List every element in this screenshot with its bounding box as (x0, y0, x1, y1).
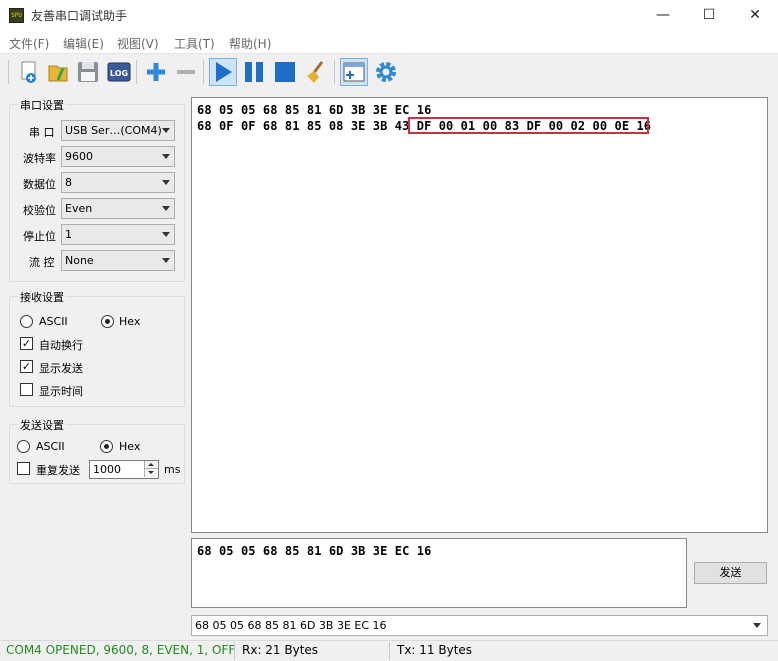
menu-bar: 文件(F) 编辑(E) 视图(V) 工具(T) 帮助(H) (0, 31, 778, 53)
save-icon[interactable] (74, 58, 102, 86)
tx-text: 68 05 05 68 85 81 6D 3B 3E EC 16 (197, 544, 432, 558)
remove-icon[interactable] (172, 58, 200, 86)
toolbar-grip (8, 60, 9, 84)
title-bar: SPU 友善串口调试助手 — ☐ ✕ (0, 0, 778, 31)
receive-settings-group: 接收设置 (9, 289, 185, 407)
play-icon[interactable] (209, 58, 237, 86)
baud-select[interactable]: 9600 (61, 146, 175, 167)
settings-icon[interactable] (372, 58, 400, 86)
rx-hex-label: Hex (119, 315, 141, 328)
new-icon[interactable] (15, 58, 43, 86)
data-bits-value: 8 (65, 176, 72, 189)
minimize-button[interactable]: — (640, 0, 686, 31)
rx-ascii-radio[interactable] (20, 315, 33, 328)
chevron-down-icon (162, 180, 170, 185)
rx-ascii-label: ASCII (39, 315, 68, 328)
port-select[interactable]: USB Ser…(COM4) (61, 120, 175, 141)
connection-status: COM4 OPENED, 9600, 8, EVEN, 1, OFF (6, 643, 236, 657)
add-icon[interactable] (142, 58, 170, 86)
rx-hex-radio[interactable] (101, 315, 114, 328)
flow-control-label: 流 控 (29, 256, 55, 269)
interval-value: 1000 (93, 463, 121, 476)
chevron-down-icon (162, 154, 170, 159)
chevron-down-icon (162, 258, 170, 263)
group-title: 接收设置 (18, 289, 66, 305)
menu-view[interactable]: 视图(V) (117, 35, 159, 52)
close-button[interactable]: ✕ (732, 0, 778, 31)
show-send-checkbox[interactable]: ✓ (20, 360, 33, 373)
chevron-down-icon (162, 232, 170, 237)
spin-down-icon[interactable] (144, 469, 158, 477)
window-icon[interactable] (340, 58, 368, 86)
tx-hex-label: Hex (119, 440, 141, 453)
window-title: 友善串口调试助手 (31, 9, 128, 23)
repeat-send-label: 重复发送 (36, 464, 80, 477)
chevron-down-icon (162, 206, 170, 211)
highlight-box (408, 117, 649, 134)
send-input[interactable]: 68 05 05 68 85 81 6D 3B 3E EC 16 (191, 538, 687, 608)
show-time-label: 显示时间 (39, 385, 83, 398)
menu-tools[interactable]: 工具(T) (174, 35, 215, 52)
toolbar-separator (334, 60, 335, 84)
stop-bits-label: 停止位 (23, 230, 56, 243)
log-icon[interactable]: LOG (105, 58, 133, 86)
interval-unit: ms (164, 463, 181, 476)
tx-ascii-label: ASCII (36, 440, 65, 453)
group-title: 串口设置 (18, 97, 66, 113)
interval-stepper[interactable]: 1000 (89, 460, 159, 479)
group-title: 发送设置 (18, 417, 66, 433)
flow-control-select[interactable]: None (61, 250, 175, 271)
status-bar: COM4 OPENED, 9600, 8, EVEN, 1, OFF Rx: 2… (0, 640, 778, 661)
menu-help[interactable]: 帮助(H) (229, 35, 271, 52)
parity-value: Even (65, 202, 93, 215)
chevron-down-icon (162, 128, 170, 133)
receive-area[interactable]: 68 05 05 68 85 81 6D 3B 3E EC 16 68 0F 0… (191, 97, 768, 533)
show-send-label: 显示发送 (39, 362, 83, 375)
history-value: 68 05 05 68 85 81 6D 3B 3E EC 16 (195, 619, 387, 632)
app-icon: SPU (9, 8, 24, 23)
send-history-select[interactable]: 68 05 05 68 85 81 6D 3B 3E EC 16 (191, 615, 768, 636)
rx-line: 68 05 05 68 85 81 6D 3B 3E EC 16 (197, 103, 432, 117)
status-divider (234, 642, 235, 660)
flow-control-value: None (65, 254, 94, 267)
baud-label: 波特率 (23, 152, 56, 165)
pause-icon[interactable] (240, 58, 268, 86)
baud-value: 9600 (65, 150, 93, 163)
port-label: 串 口 (29, 126, 55, 139)
menu-edit[interactable]: 编辑(E) (63, 35, 104, 52)
rx-count: Rx: 21 Bytes (242, 643, 319, 657)
toolbar: LOG (0, 53, 778, 89)
rx-line-prefix: 68 0F 0F 68 81 85 08 3E 3B (197, 119, 395, 133)
auto-wrap-checkbox[interactable]: ✓ (20, 337, 33, 350)
data-bits-select[interactable]: 8 (61, 172, 175, 193)
auto-wrap-label: 自动换行 (39, 339, 83, 352)
stop-bits-value: 1 (65, 228, 72, 241)
toolbar-separator (203, 60, 204, 84)
data-bits-label: 数据位 (23, 178, 56, 191)
toolbar-separator (136, 60, 137, 84)
port-value: USB Ser…(COM4) (65, 124, 162, 137)
menu-file[interactable]: 文件(F) (9, 35, 49, 52)
clear-icon[interactable] (302, 58, 330, 86)
show-time-checkbox[interactable] (20, 383, 33, 396)
status-divider (389, 642, 390, 660)
open-icon[interactable] (44, 58, 72, 86)
stop-icon[interactable] (271, 58, 299, 86)
tx-ascii-radio[interactable] (17, 440, 30, 453)
repeat-send-checkbox[interactable] (17, 462, 30, 475)
tx-hex-radio[interactable] (100, 440, 113, 453)
parity-select[interactable]: Even (61, 198, 175, 219)
svg-text:LOG: LOG (110, 69, 128, 78)
stop-bits-select[interactable]: 1 (61, 224, 175, 245)
chevron-down-icon (753, 623, 761, 628)
parity-label: 校验位 (23, 204, 56, 217)
spin-up-icon[interactable] (144, 461, 158, 469)
send-button[interactable]: 发送 (694, 562, 767, 584)
tx-count: Tx: 11 Bytes (397, 643, 473, 657)
maximize-button[interactable]: ☐ (686, 0, 732, 31)
